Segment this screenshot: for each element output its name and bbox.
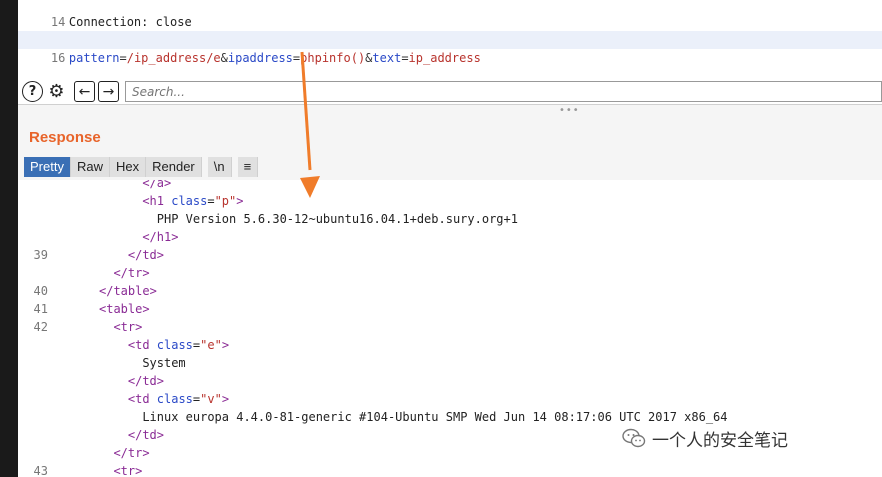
code-token: > <box>236 194 244 208</box>
view-tabs: Pretty Raw Hex Render \n ≡ <box>24 157 259 177</box>
left-dark-strip <box>0 0 18 477</box>
code-line: PHP Version 5.6.30-12~ubuntu16.04.1+deb.… <box>18 210 882 228</box>
line-number: 16 <box>50 51 66 65</box>
code-line: <h1 class="p"> <box>18 192 882 210</box>
line-number: 41 <box>33 302 48 316</box>
code-text: </td> <box>128 246 164 264</box>
gear-icon[interactable]: ⚙ <box>46 81 67 102</box>
param-token: pattern <box>68 51 120 65</box>
code-text: </a> <box>142 180 171 192</box>
code-token: </td> <box>127 248 164 262</box>
line-number: 43 <box>33 464 48 477</box>
code-token: <tr> <box>113 320 143 334</box>
code-token: class <box>156 338 193 352</box>
param-token: = <box>119 51 127 65</box>
code-token: System <box>142 356 186 370</box>
code-text: PHP Version 5.6.30-12~ubuntu16.04.1+deb.… <box>157 210 518 228</box>
code-token: <td <box>127 392 157 406</box>
split-drag-handle[interactable]: ••• <box>559 105 580 116</box>
watermark: 一个人的安全笔记 <box>622 424 788 452</box>
code-text: </td> <box>128 426 164 444</box>
code-token: PHP Version 5.6.30-12~ubuntu16.04.1+deb.… <box>156 212 518 226</box>
code-text: <tr> <box>113 462 142 477</box>
code-line: </td> <box>18 372 882 390</box>
code-text: </table> <box>99 282 157 300</box>
code-text: <td class="v"> <box>128 390 229 408</box>
line-number: 39 <box>33 248 48 262</box>
code-text: </tr> <box>113 264 149 282</box>
code-token: Linux europa 4.4.0-81-generic #104-Ubunt… <box>142 410 728 424</box>
code-line: System <box>18 354 882 372</box>
param-token: ip_address <box>408 51 481 65</box>
response-title: Response <box>29 129 101 146</box>
code-line: </h1> <box>18 228 882 246</box>
menu-icon[interactable]: ≡ <box>237 157 259 177</box>
param-token: phpinfo() <box>300 51 366 65</box>
line-number: 42 <box>33 320 48 334</box>
code-text: <tr> <box>113 318 142 336</box>
code-token: "p" <box>214 194 237 208</box>
code-text: System <box>142 354 185 372</box>
code-line: </a> <box>18 180 882 192</box>
code-token: = <box>207 194 215 208</box>
code-token: <tr> <box>113 464 143 477</box>
code-token: <h1 <box>142 194 172 208</box>
param-token: ipaddress <box>227 51 293 65</box>
code-token: > <box>221 392 230 406</box>
param-token: text <box>372 51 402 65</box>
code-line: 43 <tr> <box>18 462 882 477</box>
code-token: </tr> <box>113 266 150 280</box>
param-token: = <box>401 51 409 65</box>
code-text: </tr> <box>113 444 149 462</box>
code-line: 40 </table> <box>18 282 882 300</box>
code-line: 42 <tr> <box>18 318 882 336</box>
code-text: <h1 class="p"> <box>142 192 243 210</box>
code-text: <table> <box>99 300 150 318</box>
code-text: </h1> <box>142 228 178 246</box>
tab-hex[interactable]: Hex <box>109 157 147 177</box>
code-text: </td> <box>128 372 164 390</box>
code-line: <td class="v"> <box>18 390 882 408</box>
code-token: </a> <box>142 180 172 190</box>
code-token: </h1> <box>142 230 179 244</box>
code-token: </tr> <box>113 446 150 460</box>
code-line: 39 </td> <box>18 246 882 264</box>
request-params: pattern=/ip_address/e&ipaddress=phpinfo(… <box>69 51 481 65</box>
code-token: <table> <box>99 302 150 316</box>
code-text: <td class="e"> <box>128 336 229 354</box>
watermark-text: 一个人的安全笔记 <box>652 430 788 451</box>
arrow-left-icon[interactable]: ← <box>74 81 95 102</box>
line-number: 40 <box>33 284 48 298</box>
code-token: "v" <box>200 392 222 406</box>
code-token: class <box>171 194 208 208</box>
request-editor[interactable]: 14Connection: close 15 16pattern=/ip_add… <box>18 0 882 78</box>
split-pane: ••• <box>18 105 882 123</box>
code-token: </td> <box>127 374 164 388</box>
code-token: "e" <box>200 338 222 352</box>
code-line: <td class="e"> <box>18 336 882 354</box>
code-token: </table> <box>99 284 157 298</box>
code-line: 41 <table> <box>18 300 882 318</box>
editor-toolbar: ? ⚙ ← → <box>18 78 882 105</box>
code-line: </tr> <box>18 264 882 282</box>
code-token: </td> <box>127 428 164 442</box>
tab-raw[interactable]: Raw <box>70 157 110 177</box>
newline-toggle-button[interactable]: \n <box>207 157 232 177</box>
request-line: 14 Connection: close <box>18 0 192 29</box>
tab-render[interactable]: Render <box>146 157 202 177</box>
question-circle-icon[interactable]: ? <box>22 81 43 102</box>
request-body-line: 16 pattern=/ip_address/e&ipaddress=phpinf… <box>18 31 882 65</box>
code-token: > <box>221 338 230 352</box>
code-token: class <box>156 392 193 406</box>
request-line-text: Connection: close <box>68 15 192 29</box>
arrow-right-icon[interactable]: → <box>98 81 119 102</box>
tab-pretty[interactable]: Pretty <box>24 157 71 177</box>
param-token: /ip_address/e <box>126 51 221 65</box>
param-token: & <box>220 51 228 65</box>
code-token: <td <box>127 338 157 352</box>
request-line: 15 <box>18 13 69 47</box>
search-input[interactable] <box>125 81 882 102</box>
wechat-icon <box>622 428 646 448</box>
